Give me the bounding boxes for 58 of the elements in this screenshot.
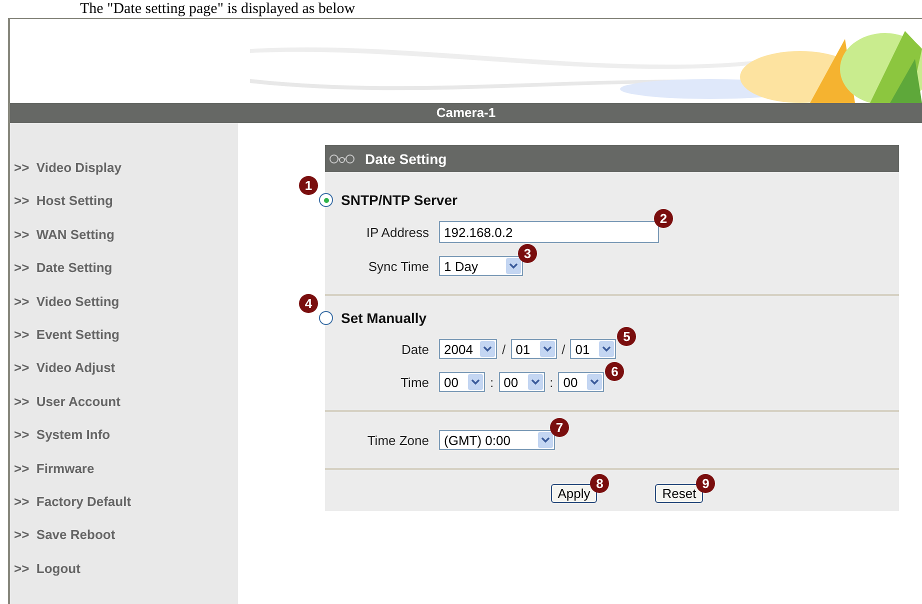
- chevron-down-icon: [587, 374, 602, 390]
- panel-title: Date Setting: [365, 150, 447, 166]
- callout-badge: 3: [518, 244, 537, 263]
- separator: /: [562, 342, 566, 356]
- chain-icon: [329, 154, 355, 164]
- nav-link[interactable]: >> Date Setting: [10, 259, 238, 293]
- ip-address-field[interactable]: 192.168.0.2: [439, 221, 659, 243]
- separator: :: [550, 374, 554, 390]
- callout-badge: 4: [299, 294, 318, 313]
- radio-label: SNTP/NTP Server: [341, 192, 458, 208]
- chevron-down-icon: [468, 374, 483, 390]
- dropdown[interactable]: 01: [570, 339, 616, 359]
- nav-link[interactable]: >> System Info: [10, 426, 238, 460]
- nav-link[interactable]: >> Firmware: [10, 460, 238, 493]
- nav-link[interactable]: >> Video Adjust: [10, 359, 238, 393]
- chevron-down-icon: [540, 341, 555, 357]
- radio-label: Set Manually: [341, 310, 427, 326]
- nav-link[interactable]: >> Host Setting: [10, 192, 238, 226]
- field-label: Sync Time: [367, 258, 430, 274]
- callout-badge: 9: [696, 474, 716, 493]
- nav-link[interactable]: >> Video Display: [10, 159, 238, 192]
- action-button[interactable]: Reset: [655, 484, 704, 503]
- nav-link[interactable]: >> Save Reboot: [10, 526, 238, 560]
- chevron-down-icon: [506, 258, 521, 274]
- callout-badge: 8: [590, 474, 610, 493]
- dropdown[interactable]: 2004: [439, 339, 497, 359]
- separator: :: [490, 374, 494, 390]
- callout-badge: 5: [617, 327, 636, 346]
- chevron-down-icon: [480, 341, 495, 357]
- dropdown[interactable]: (GMT) 0:00: [439, 430, 555, 450]
- nav-link[interactable]: >> Factory Default: [10, 492, 238, 526]
- callout-badge: 6: [605, 362, 624, 381]
- dropdown[interactable]: 01: [510, 339, 557, 359]
- field-label: Time: [400, 374, 430, 390]
- radio-button[interactable]: [319, 311, 333, 325]
- nav-link[interactable]: >> Logout: [10, 560, 238, 594]
- field-label: Date: [400, 342, 430, 356]
- nav-link[interactable]: >> User Account: [10, 392, 238, 426]
- callout-badge: 2: [654, 209, 673, 228]
- chevron-down-icon: [599, 341, 614, 357]
- dropdown[interactable]: 00: [498, 372, 545, 392]
- nav-link[interactable]: >> Video Setting: [10, 292, 238, 326]
- page-title: Camera-1: [10, 103, 922, 123]
- field-label: IP Address: [365, 224, 430, 240]
- field-label: Time Zone: [366, 432, 430, 448]
- radio-button[interactable]: [319, 193, 333, 207]
- callout-badge: 1: [299, 176, 318, 195]
- chevron-down-icon: [538, 432, 553, 448]
- chevron-down-icon: [528, 374, 543, 390]
- callout-badge: 7: [550, 418, 569, 437]
- dropdown[interactable]: 00: [558, 372, 604, 392]
- nav-link[interactable]: >> WAN Setting: [10, 226, 238, 260]
- dropdown[interactable]: 00: [439, 372, 485, 392]
- caption: The "Date setting page" is displayed as below: [79, 0, 356, 18]
- nav-link[interactable]: >> Event Setting: [10, 326, 238, 360]
- separator: /: [502, 342, 506, 356]
- dropdown[interactable]: 1 Day: [439, 256, 523, 276]
- action-button[interactable]: Apply: [550, 484, 598, 503]
